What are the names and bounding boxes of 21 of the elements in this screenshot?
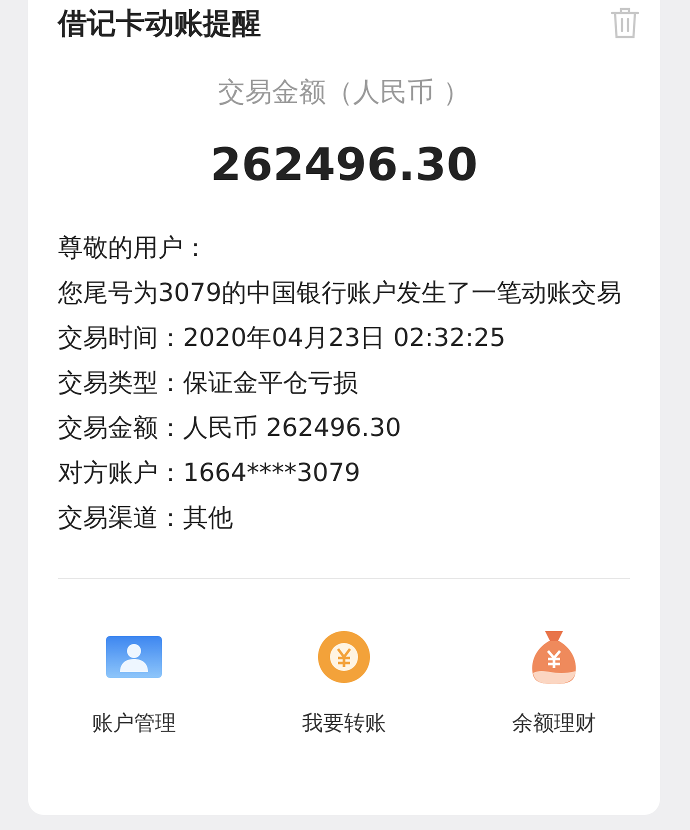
detail-label: 交易渠道： (58, 502, 183, 534)
message-text: 您尾号为3079的中国银行账户发生了一笔动账交易 (58, 277, 623, 309)
delete-icon[interactable] (610, 7, 640, 39)
action-label[interactable]: 我要转账 (302, 709, 386, 737)
coin-icon[interactable] (317, 629, 371, 685)
detail-label: 交易金额： (58, 412, 183, 444)
amount-value: 262496.30 (209, 138, 479, 191)
detail-value: 1664****3079 (183, 457, 360, 489)
detail-label: 交易时间： (58, 322, 183, 354)
detail-value: 人民币 262496.30 (183, 412, 402, 444)
greeting-text: 尊敬的用户： (58, 232, 209, 264)
detail-value: 其他 (183, 502, 233, 534)
money-bag-icon[interactable] (529, 629, 579, 685)
amount-caption: 交易金额（人民币 ） (217, 76, 471, 110)
action-label[interactable]: 账户管理 (92, 709, 176, 737)
action-label[interactable]: 余额理财 (512, 709, 596, 737)
notification-title: 借记卡动账提醒 (58, 5, 261, 42)
detail-value: 2020年04月23日 02:32:25 (183, 322, 506, 354)
detail-value: 保证金平仓亏损 (183, 367, 358, 399)
detail-label: 对方账户： (58, 457, 183, 489)
detail-label: 交易类型： (58, 367, 183, 399)
